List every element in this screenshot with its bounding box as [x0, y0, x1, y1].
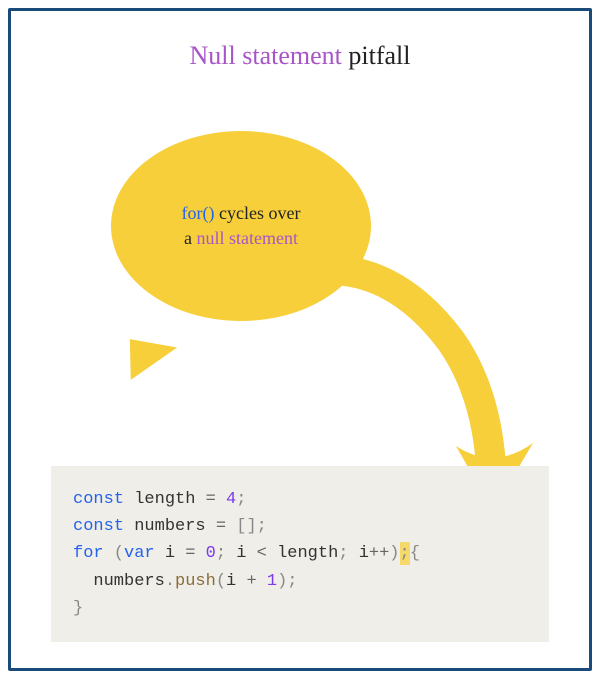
op-eq: = [206, 490, 226, 509]
id-i: i [226, 572, 246, 591]
punc-semi: ; [216, 544, 236, 563]
id-numbers: numbers [93, 572, 164, 591]
code-line-2: const numbers = []; [73, 513, 527, 540]
num-0: 0 [206, 544, 216, 563]
code-line-1: const length = 4; [73, 486, 527, 513]
id-i: i [236, 544, 256, 563]
indent [73, 572, 93, 591]
num-4: 4 [226, 490, 236, 509]
diagram-frame: Null statement pitfall for() cycles over… [8, 8, 592, 671]
code-line-3: for (var i = 0; i < length; i++);{ [73, 540, 527, 567]
op-eq: = [185, 544, 205, 563]
kw-var: var [124, 544, 155, 563]
title-accent: Null statement [190, 41, 342, 70]
num-1: 1 [267, 572, 277, 591]
punc-semi: ; [338, 544, 358, 563]
speech-bubble-text: for() cycles over a null statement [182, 201, 301, 251]
code-line-5: } [73, 595, 527, 622]
diagram-title: Null statement pitfall [11, 41, 589, 71]
punc-semi: ; [287, 572, 297, 591]
bubble-text-mid2: a [184, 228, 197, 248]
punc-paren: ( [216, 572, 226, 591]
id-i: i [359, 544, 369, 563]
kw-const: const [73, 490, 124, 509]
punc-paren: ) [277, 572, 287, 591]
punc-array: [] [236, 517, 256, 536]
bubble-text-mid1: cycles over [215, 203, 301, 223]
speech-bubble-tail-icon [123, 339, 177, 387]
code-block: const length = 4; const numbers = []; fo… [51, 466, 549, 642]
bubble-null-keyword: null statement [197, 228, 298, 248]
id-i: i [155, 544, 186, 563]
fn-push: push [175, 572, 216, 591]
null-statement-semicolon: ; [400, 542, 410, 565]
speech-bubble: for() cycles over a null statement [111, 131, 371, 361]
id-length: length [277, 544, 338, 563]
id-numbers: numbers [124, 517, 216, 536]
punc-semi: ; [236, 490, 246, 509]
punc-paren: ( [104, 544, 124, 563]
op-inc: ++ [369, 544, 389, 563]
op-plus: + [246, 572, 266, 591]
kw-for: for [73, 544, 104, 563]
speech-bubble-body: for() cycles over a null statement [111, 131, 371, 321]
code-line-4: numbers.push(i + 1); [73, 568, 527, 595]
title-plain: pitfall [342, 41, 411, 70]
punc-brace: } [73, 599, 83, 618]
punc-brace: { [410, 544, 420, 563]
id-length: length [124, 490, 206, 509]
bubble-for-keyword: for() [182, 203, 215, 223]
punc-paren: ) [389, 544, 399, 563]
op-eq: = [216, 517, 236, 536]
punc-semi: ; [257, 517, 267, 536]
op-lt: < [257, 544, 277, 563]
kw-const: const [73, 517, 124, 536]
punc-dot: . [165, 572, 175, 591]
